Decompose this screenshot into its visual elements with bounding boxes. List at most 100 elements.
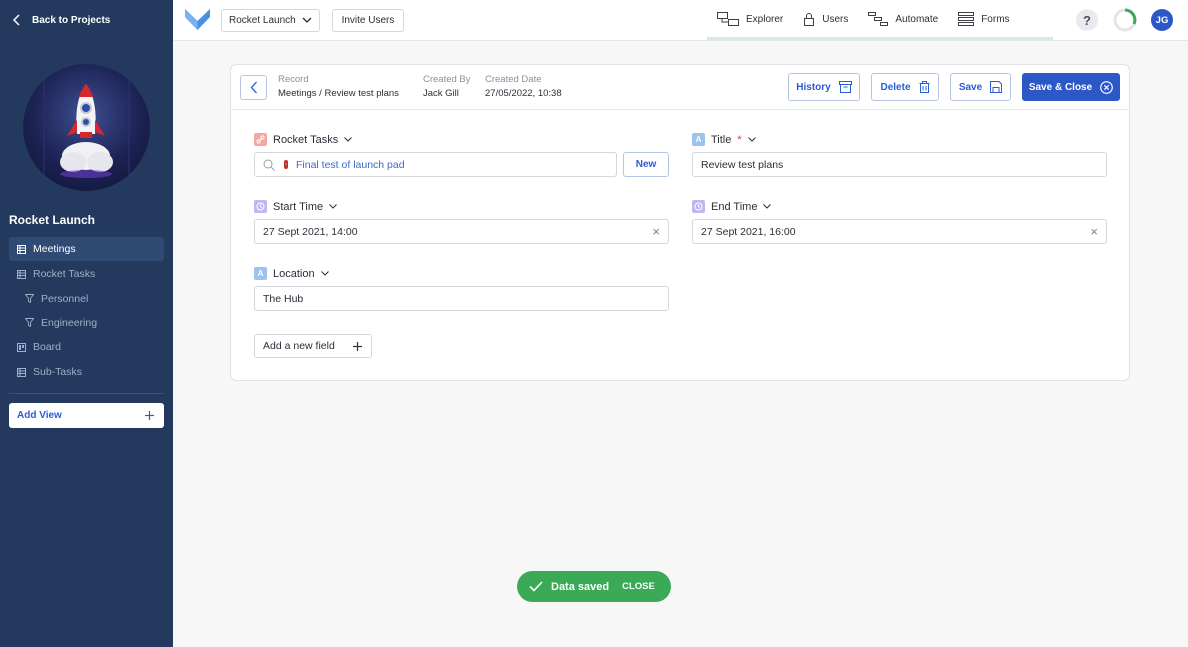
add-new-field-button[interactable]: Add a new field [254,334,372,358]
plus-icon [353,341,362,351]
project-title: Rocket Launch [9,213,96,227]
required-mark: * [737,133,742,146]
created-by-label: Created By [423,74,471,85]
chevron-down-icon [747,137,756,142]
text-field-icon: A [692,133,705,146]
back-to-projects-label: Back to Projects [32,14,111,26]
sidebar-nav: Meetings Rocket Tasks Personnel Engineer… [9,237,164,385]
top-bar: Rocket Launch Invite Users Explorer User… [173,0,1188,41]
sidebar-divider [9,393,164,394]
save-button[interactable]: Save [950,73,1011,101]
clear-end-time-icon[interactable]: × [1090,224,1098,239]
sidebar-item-label: Sub-Tasks [33,366,83,378]
record-panel: Record Meetings / Review test plans Crea… [230,64,1130,381]
sidebar-item-meetings[interactable]: Meetings [9,237,164,261]
floppy-disk-icon [990,81,1003,93]
back-to-projects-link[interactable]: Back to Projects [12,13,110,27]
toast-close-button[interactable]: CLOSE [622,581,655,592]
chevron-down-icon [344,137,353,142]
close-circle-icon [1100,80,1114,94]
title-value: Review test plans [701,158,784,171]
save-label: Save [958,81,983,93]
end-time-input[interactable]: 27 Sept 2021, 16:00 × [692,219,1107,244]
clock-icon [692,200,705,213]
add-view-button[interactable]: Add View [9,403,164,428]
explorer-icon [717,12,739,26]
rocket-task-link[interactable]: Final test of launch pad [296,159,405,171]
start-time-input[interactable]: 27 Sept 2021, 14:00 × [254,219,669,244]
plus-icon [145,411,154,420]
tab-explorer[interactable]: Explorer [707,0,793,38]
delete-button[interactable]: Delete [871,73,939,101]
table-icon [17,269,26,279]
end-time-label[interactable]: End Time [692,200,772,213]
created-date-meta: Created Date 27/05/2022, 10:38 [485,74,562,99]
start-time-label-text: Start Time [273,200,324,213]
sidebar-item-personnel[interactable]: Personnel [9,287,164,310]
end-time-value: 27 Sept 2021, 16:00 [701,225,796,238]
filter-icon [25,318,34,327]
location-label-text: Location [273,267,315,280]
tab-automate[interactable]: Automate [858,0,948,38]
sidebar-item-engineering[interactable]: Engineering [9,311,164,334]
tab-label: Automate [895,13,939,25]
project-select[interactable]: Rocket Launch [221,9,320,32]
user-avatar[interactable]: JG [1151,9,1173,31]
invite-users-label: Invite Users [341,15,395,26]
created-date-label: Created Date [485,74,542,85]
tab-users[interactable]: Users [793,0,858,38]
sidebar-item-label: Rocket Tasks [33,268,96,280]
sidebar-item-rocket-tasks[interactable]: Rocket Tasks [9,262,164,286]
location-input[interactable]: The Hub [254,286,669,311]
rocket-tasks-label-text: Rocket Tasks [273,133,339,146]
new-rocket-task-button[interactable]: New [623,152,669,177]
chevron-left-icon [250,81,257,94]
title-label-text: Title [711,133,732,146]
record-back-button[interactable] [240,75,267,100]
location-label[interactable]: A Location [254,267,329,280]
history-label: History [796,81,831,93]
history-button[interactable]: History [788,73,860,101]
record-label: Record [278,74,309,85]
save-and-close-button[interactable]: Save & Close [1022,73,1120,101]
tab-forms[interactable]: Forms [948,0,1019,38]
help-icon: ? [1083,12,1091,28]
tab-underline [707,37,1053,40]
invite-users-button[interactable]: Invite Users [332,9,404,32]
top-tabs: Explorer Users Automate Forms [707,0,1020,41]
title-input[interactable]: Review test plans [692,152,1107,177]
record-meta: Record Meetings / Review test plans [278,74,399,99]
delete-label: Delete [880,81,911,93]
project-avatar [23,64,150,191]
toast-message: Data saved [551,580,610,593]
record-header: Record Meetings / Review test plans Crea… [231,65,1129,110]
created-date-value: 27/05/2022, 10:38 [485,88,562,99]
rocket-tasks-label[interactable]: Rocket Tasks [254,133,353,146]
text-field-icon: A [254,267,267,280]
chevron-down-icon [329,204,337,209]
link-icon [254,133,267,146]
help-button[interactable]: ? [1076,9,1098,31]
start-time-label[interactable]: Start Time [254,200,337,213]
end-time-label-text: End Time [711,200,758,213]
created-by-meta: Created By Jack Gill [423,74,471,99]
app-logo[interactable] [184,7,211,32]
clear-start-time-icon[interactable]: × [652,224,660,239]
location-value: The Hub [263,292,304,305]
filter-icon [25,294,34,303]
project-select-value: Rocket Launch [229,15,296,26]
progress-ring-icon [1113,8,1137,32]
title-label[interactable]: A Title * [692,133,756,146]
trash-icon [919,81,929,93]
add-view-label: Add View [17,410,62,421]
rocket-tasks-input[interactable]: Final test of launch pad [254,152,617,177]
add-new-field-label: Add a new field [263,340,335,352]
chevron-down-icon [763,204,772,209]
sidebar-item-sub-tasks[interactable]: Sub-Tasks [9,360,164,384]
forms-icon [958,12,975,26]
sidebar-item-label: Meetings [33,243,76,255]
rocket-illustration [43,64,130,191]
rocket-icon [284,159,288,169]
sidebar-item-board[interactable]: Board [9,335,164,359]
tab-label: Forms [981,13,1010,25]
